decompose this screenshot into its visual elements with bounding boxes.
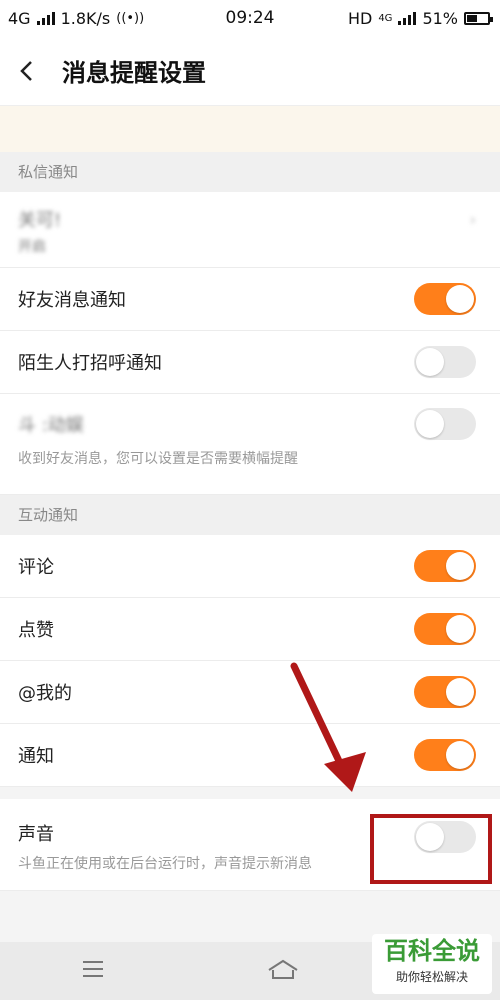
row-stranger-greet: 陌生人打招呼通知 xyxy=(0,331,500,394)
battery-level xyxy=(467,14,478,22)
toggle-switch[interactable] xyxy=(414,346,476,378)
network-label: 4G xyxy=(8,8,31,28)
battery-percent: 51% xyxy=(422,8,458,28)
row-label: @我的 xyxy=(18,683,72,704)
toggle-switch[interactable] xyxy=(414,283,476,315)
watermark-logo: 百科全说 助你轻松解决 xyxy=(372,934,492,994)
back-arrow-icon[interactable] xyxy=(14,59,38,83)
toggle-switch[interactable] xyxy=(414,676,476,708)
hotspot-icon: ((•)) xyxy=(116,10,145,26)
row-notice: 通知 xyxy=(0,724,500,787)
row-banner: 斗 :动娱 收到好友消息，您可以设置是否需要横幅提醒 xyxy=(0,394,500,495)
watermark-title: 百科全说 xyxy=(384,937,480,965)
page-title: 消息提醒设置 xyxy=(62,59,206,87)
banner-strip xyxy=(0,106,500,152)
row-label: 点赞 xyxy=(18,620,54,641)
annotation-arrow xyxy=(290,662,366,792)
toggle-switch[interactable] xyxy=(414,739,476,771)
blurred-sublabel: 开启 xyxy=(18,239,46,255)
row-comment: 评论 xyxy=(0,535,500,598)
row-label: 好友消息通知 xyxy=(18,290,126,311)
toggle-switch[interactable] xyxy=(414,408,476,440)
row-label: 通知 xyxy=(18,746,54,767)
net-speed: 1.8K/s xyxy=(60,8,111,28)
row-friend-message: 好友消息通知 xyxy=(0,268,500,331)
menu-icon[interactable] xyxy=(81,959,105,983)
signal-icon xyxy=(36,11,55,25)
blurred-label: 关可! xyxy=(18,210,62,231)
toggle-switch[interactable] xyxy=(414,550,476,582)
header: 消息提醒设置 xyxy=(0,36,500,106)
annotation-box xyxy=(370,814,492,884)
row-mention: @我的 xyxy=(0,661,500,724)
section-title-private: 私信通知 xyxy=(0,152,500,192)
clock: 09:24 xyxy=(225,8,275,28)
row-description: 收到好友消息，您可以设置是否需要横幅提醒 xyxy=(18,451,298,467)
section-title-interaction: 互动通知 xyxy=(0,495,500,535)
status-bar: 4G 1.8K/s ((•)) 09:24 HD 4G 51% xyxy=(0,0,500,36)
row-like: 点赞 xyxy=(0,598,500,661)
row-label: 评论 xyxy=(18,557,54,578)
row-label: 陌生人打招呼通知 xyxy=(18,353,162,374)
signal2-icon xyxy=(398,11,417,25)
toggle-switch[interactable] xyxy=(414,613,476,645)
blurred-row[interactable]: 关可! › 开启 xyxy=(0,192,500,268)
row-label: 声音 xyxy=(18,824,54,845)
home-icon[interactable] xyxy=(266,958,300,984)
net2-label: 4G xyxy=(378,12,393,24)
chevron-right-icon: › xyxy=(469,209,476,229)
watermark-subtitle: 助你轻松解决 xyxy=(395,970,468,984)
spacer xyxy=(0,787,500,799)
hd-label: HD xyxy=(347,8,373,28)
battery-icon xyxy=(464,11,493,25)
row-label: 斗 :动娱 xyxy=(18,415,84,436)
